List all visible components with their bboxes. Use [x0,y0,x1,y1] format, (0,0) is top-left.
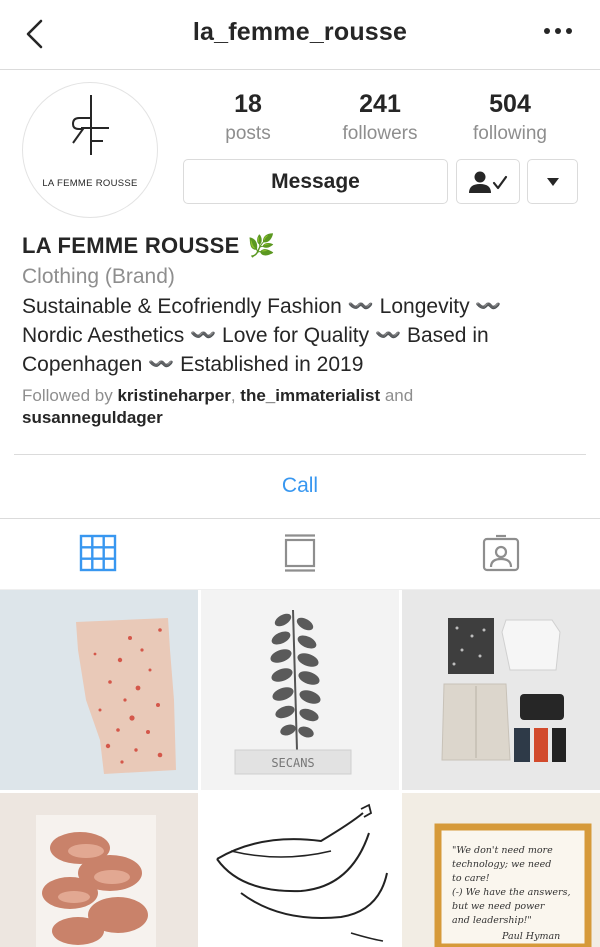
tab-feed[interactable] [280,533,320,573]
feed-icon [284,534,316,572]
quote-line-4: (-) We have the answers, [452,887,571,898]
stat-posts-value: 18 [234,90,262,118]
post-thumbnail-clothes[interactable] [402,590,600,790]
profile-stats: 18 posts 241 followers 504 following [180,90,580,150]
quote-card-image: "We don't need more technology; we need … [402,793,600,947]
quote-line-2: technology; we need [452,859,551,870]
mushroom-book-image [0,793,198,947]
suggestions-dropdown-button[interactable] [527,159,578,204]
post-thumbnail-fabric[interactable] [0,590,198,790]
grid-icon [79,534,117,572]
banana-drawing-image [201,793,399,947]
bio-line-3: Copenhagen 〰️ Established in 2019 [22,353,364,376]
quote-line-6: and leadership!" [452,915,532,926]
followed-separator: , [230,386,241,405]
post-thumbnail-quote[interactable]: "We don't need more technology; we need … [402,793,600,947]
tab-grid[interactable] [78,533,118,573]
followed-by-prefix: Followed by [22,386,118,405]
leaf-sticker-text: SECANS [271,756,314,770]
stat-posts-label: posts [225,123,271,144]
quote-line-1: "We don't need more [452,845,553,856]
quote-line-3: to care! [452,873,490,884]
post-thumbnail-bananas[interactable] [201,793,399,947]
stat-following-label: following [473,123,547,144]
person-check-icon [469,171,508,193]
followed-user-1[interactable]: kristineharper [117,386,230,405]
followed-by-text[interactable]: Followed by kristineharper, the_immateri… [22,385,582,429]
call-button[interactable]: Call [0,455,600,517]
caret-down-icon [546,177,559,186]
following-button[interactable] [456,159,520,204]
profile-category: Clothing (Brand) [22,265,175,288]
profile-bio: LA FEMME ROUSSE 🌿 Clothing (Brand) Susta… [22,230,582,429]
avatar-brand-text: LA FEMME ROUSSE [42,178,138,189]
followed-user-3[interactable]: susanneguldager [22,408,163,427]
tab-tagged[interactable] [481,533,521,573]
message-button[interactable]: Message [183,159,448,204]
stat-following[interactable]: 504 following [450,90,570,145]
followed-user-2[interactable]: the_immaterialist [240,386,380,405]
more-options-icon[interactable] [544,28,572,34]
stat-followers-label: followers [342,123,418,144]
profile-display-name: LA FEMME ROUSSE 🌿 [22,230,582,262]
stat-following-value: 504 [489,90,531,118]
tagged-person-icon [482,534,520,572]
profile-username: la_femme_rousse [192,18,408,46]
bio-line-1: Sustainable & Ecofriendly Fashion 〰️ Lon… [22,295,502,318]
stat-followers[interactable]: 241 followers [320,90,440,145]
fabric-swatch-image [0,590,198,790]
profile-avatar[interactable]: LA FEMME ROUSSE [22,82,158,218]
stat-posts[interactable]: 18 posts [188,90,308,145]
folded-clothes-image [402,590,600,790]
posts-grid: SECANS "We don't need more technology; w… [0,590,600,947]
display-name-text: LA FEMME ROUSSE [22,233,240,258]
bio-line-2: Nordic Aesthetics 〰️ Love for Quality 〰️… [22,324,489,347]
stat-followers-value: 241 [359,90,401,118]
herb-emoji: 🌿 [247,233,276,258]
post-thumbnail-leaf[interactable]: SECANS [201,590,399,790]
quote-line-5: but we need power [452,901,546,912]
top-navigation-bar: la_femme_rousse [0,0,600,70]
leaf-image: SECANS [201,590,399,790]
profile-tabs [0,519,600,589]
quote-author: Paul Hyman [501,931,560,942]
followed-and: and [380,386,414,405]
post-thumbnail-mushrooms[interactable] [0,793,198,947]
brand-logo-mark [71,95,109,155]
